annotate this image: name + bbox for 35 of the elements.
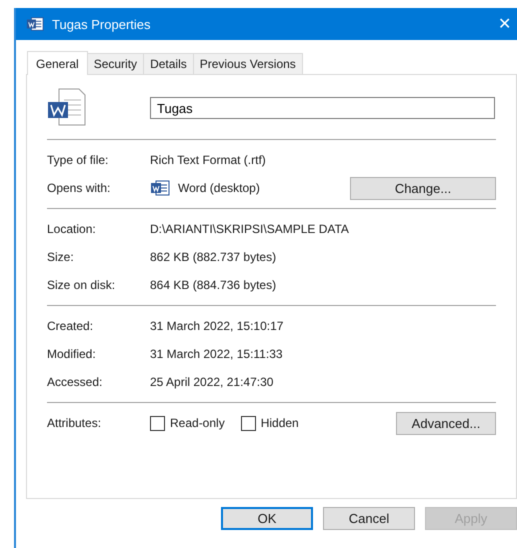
dialog-button[interactable]: OK bbox=[221, 507, 313, 530]
field-value: 864 KB (884.736 bytes) bbox=[150, 278, 276, 292]
document-icon bbox=[26, 16, 44, 32]
document-icon bbox=[47, 88, 87, 126]
field-value: 25 April 2022, 21:47:30 bbox=[150, 375, 274, 389]
field-label: Location: bbox=[47, 222, 97, 236]
field-value: 31 March 2022, 15:11:33 bbox=[150, 347, 283, 361]
tab[interactable]: Previous Versions bbox=[192, 53, 303, 74]
field-label: Opens with: bbox=[47, 181, 112, 195]
word-app-icon bbox=[150, 180, 170, 196]
field-label: Created: bbox=[47, 319, 94, 333]
change-button[interactable]: Change... bbox=[350, 176, 496, 200]
checkbox-label: Hidden bbox=[260, 416, 299, 430]
field-value: Word (desktop) bbox=[178, 181, 260, 195]
field-label: Attributes: bbox=[47, 416, 102, 430]
tab[interactable]: Details bbox=[143, 53, 194, 74]
dialog-button[interactable]: Cancel bbox=[323, 507, 415, 530]
field-value: Rich Text Format (.rtf) bbox=[150, 153, 266, 167]
field-label: Size on disk: bbox=[47, 278, 116, 292]
checkbox[interactable] bbox=[240, 416, 256, 430]
field-label: Type of file: bbox=[47, 153, 110, 167]
checkbox-label: Read-only bbox=[170, 416, 225, 430]
field-value: 31 March 2022, 15:10:17 bbox=[150, 319, 284, 333]
advanced-button[interactable]: Advanced... bbox=[396, 412, 496, 434]
tab[interactable]: General bbox=[27, 51, 88, 75]
window-title: Tugas Properties bbox=[52, 16, 152, 32]
tab[interactable]: Security bbox=[86, 53, 144, 74]
field-value: D:\ARIANTI\SKRIPSI\SAMPLE DATA bbox=[150, 222, 349, 236]
field-value: 862 KB (882.737 bytes) bbox=[150, 250, 276, 264]
field-label: Accessed: bbox=[47, 375, 104, 389]
field-label: Modified: bbox=[47, 347, 97, 361]
field-label: Size: bbox=[47, 250, 75, 264]
close-button[interactable]: ✕ bbox=[492, 14, 517, 34]
name-field[interactable]: Tugas bbox=[150, 97, 495, 119]
checkbox[interactable] bbox=[150, 416, 165, 430]
